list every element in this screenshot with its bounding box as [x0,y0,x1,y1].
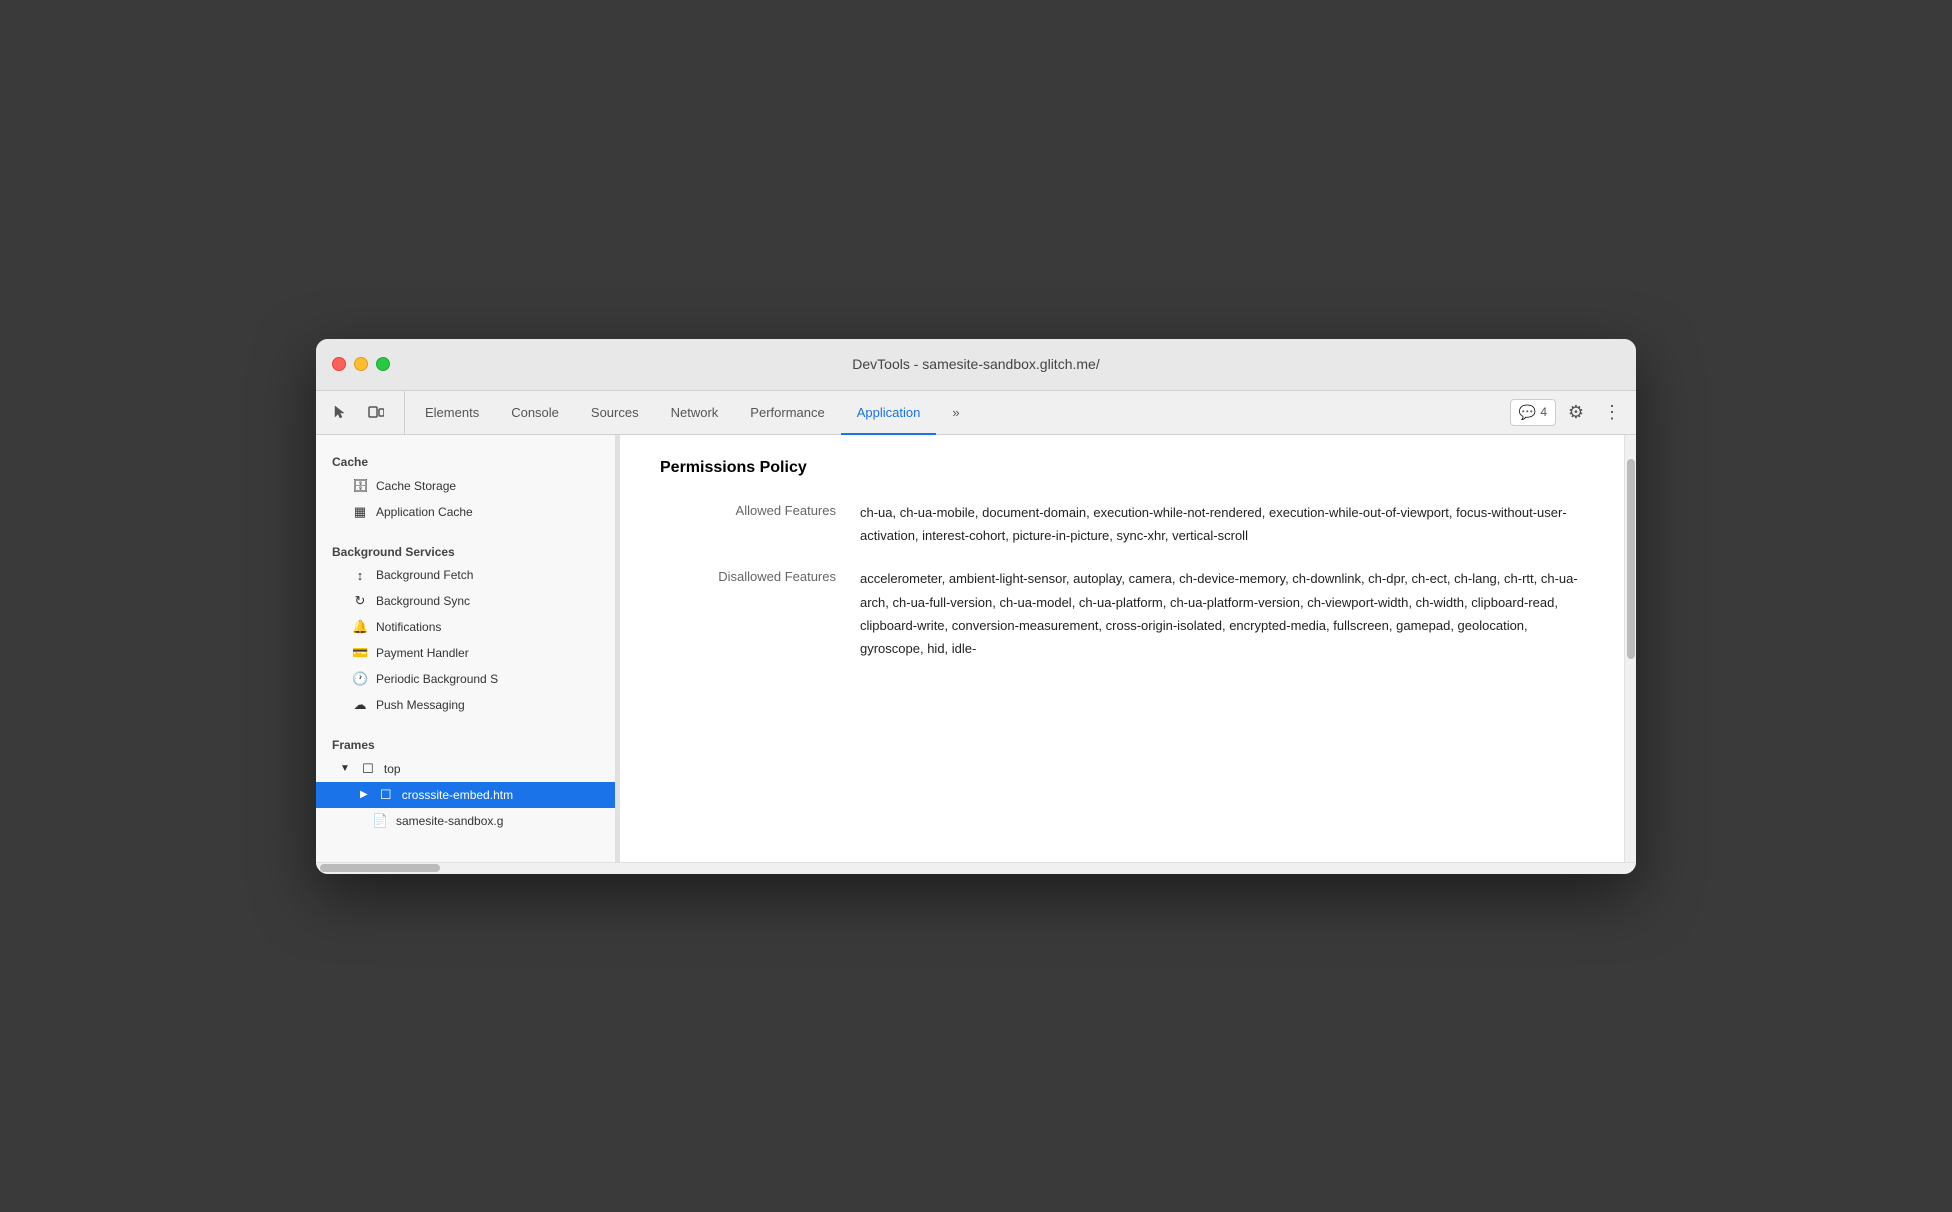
disallowed-features-value: accelerometer, ambient-light-sensor, aut… [860,567,1584,661]
scrollbar-thumb-horiz [320,864,440,872]
sidebar-item-notifications[interactable]: 🔔 Notifications [316,614,615,640]
database-icon: 🗄 [352,478,368,494]
frame-icon-2: ☐ [378,787,394,803]
disallowed-features-row: Disallowed Features accelerometer, ambie… [660,567,1584,681]
tab-sources[interactable]: Sources [575,392,655,435]
clock-icon: 🕐 [352,671,368,687]
allowed-features-row: Allowed Features ch-ua, ch-ua-mobile, do… [660,501,1584,568]
tab-more[interactable]: » [936,392,975,435]
sidebar-item-samesite[interactable]: 📄 samesite-sandbox.g [316,808,615,834]
content-area: Permissions Policy Allowed Features ch-u… [620,435,1624,862]
frames-section: Frames ▼ ☐ top ▶ ☐ crosssite-embed.htm 📄… [316,726,615,834]
frames-section-header: Frames [316,726,615,756]
title-bar: DevTools - samesite-sandbox.glitch.me/ [316,339,1636,391]
maximize-button[interactable] [376,357,390,371]
sidebar-item-periodic-bg[interactable]: 🕐 Periodic Background S [316,666,615,692]
allowed-features-label: Allowed Features [660,501,860,518]
chat-icon: 💬 [1519,404,1536,421]
cache-section-header: Cache [316,443,615,473]
grid-icon: ▦ [352,504,368,520]
main-layout: Cache 🗄 Cache Storage ▦ Application Cach… [316,435,1636,862]
toolbar: Elements Console Sources Network Perform… [316,391,1636,435]
sidebar-item-bg-sync[interactable]: ↻ Background Sync [316,588,615,614]
page-title: Permissions Policy [660,459,1584,477]
sidebar-item-top[interactable]: ▼ ☐ top [316,756,615,782]
sync-icon: ↻ [352,593,368,609]
scrollbar-thumb-vert [1627,459,1635,659]
toolbar-tabs: Elements Console Sources Network Perform… [409,391,1502,434]
window-title: DevTools - samesite-sandbox.glitch.me/ [852,356,1099,372]
devtools-window: DevTools - samesite-sandbox.glitch.me/ E… [316,339,1636,874]
expand-icon: ▶ [360,789,368,800]
sidebar-item-application-cache[interactable]: ▦ Application Cache [316,499,615,525]
device-toolbar-icon[interactable] [360,396,392,428]
sidebar-item-bg-fetch[interactable]: ↕ Background Fetch [316,563,615,588]
settings-button[interactable]: ⚙ [1560,396,1592,428]
tab-console[interactable]: Console [495,392,575,435]
content-scrollbar[interactable] [1624,435,1636,862]
sidebar-item-cache-storage[interactable]: 🗄 Cache Storage [316,473,615,499]
arrows-icon: ↕ [352,568,368,583]
toolbar-icon-group [324,391,405,434]
card-icon: 💳 [352,645,368,661]
tab-network[interactable]: Network [655,392,735,435]
policy-table: Allowed Features ch-ua, ch-ua-mobile, do… [660,501,1584,681]
toolbar-right: 💬 4 ⚙ ⋮ [1502,391,1628,434]
more-menu-button[interactable]: ⋮ [1596,396,1628,428]
traffic-lights [332,357,390,371]
frame-icon: ☐ [360,761,376,777]
sidebar-item-push-messaging[interactable]: ☁ Push Messaging [316,692,615,718]
tab-performance[interactable]: Performance [734,392,840,435]
collapse-icon: ▼ [340,763,350,774]
allowed-features-value: ch-ua, ch-ua-mobile, document-domain, ex… [860,501,1584,548]
tab-application[interactable]: Application [841,392,937,435]
file-icon: 📄 [372,813,388,829]
cloud-icon: ☁ [352,697,368,713]
cursor-icon[interactable] [324,396,356,428]
badge-count: 4 [1540,405,1547,419]
close-button[interactable] [332,357,346,371]
sidebar: Cache 🗄 Cache Storage ▦ Application Cach… [316,435,616,862]
sidebar-item-payment-handler[interactable]: 💳 Payment Handler [316,640,615,666]
sidebar-item-crosssite[interactable]: ▶ ☐ crosssite-embed.htm [316,782,615,808]
bell-icon: 🔔 [352,619,368,635]
disallowed-features-label: Disallowed Features [660,567,860,584]
issues-badge[interactable]: 💬 4 [1510,399,1556,426]
minimize-button[interactable] [354,357,368,371]
bg-services-section-header: Background Services [316,533,615,563]
sidebar-scrollbar[interactable] [316,862,1636,874]
tab-elements[interactable]: Elements [409,392,495,435]
